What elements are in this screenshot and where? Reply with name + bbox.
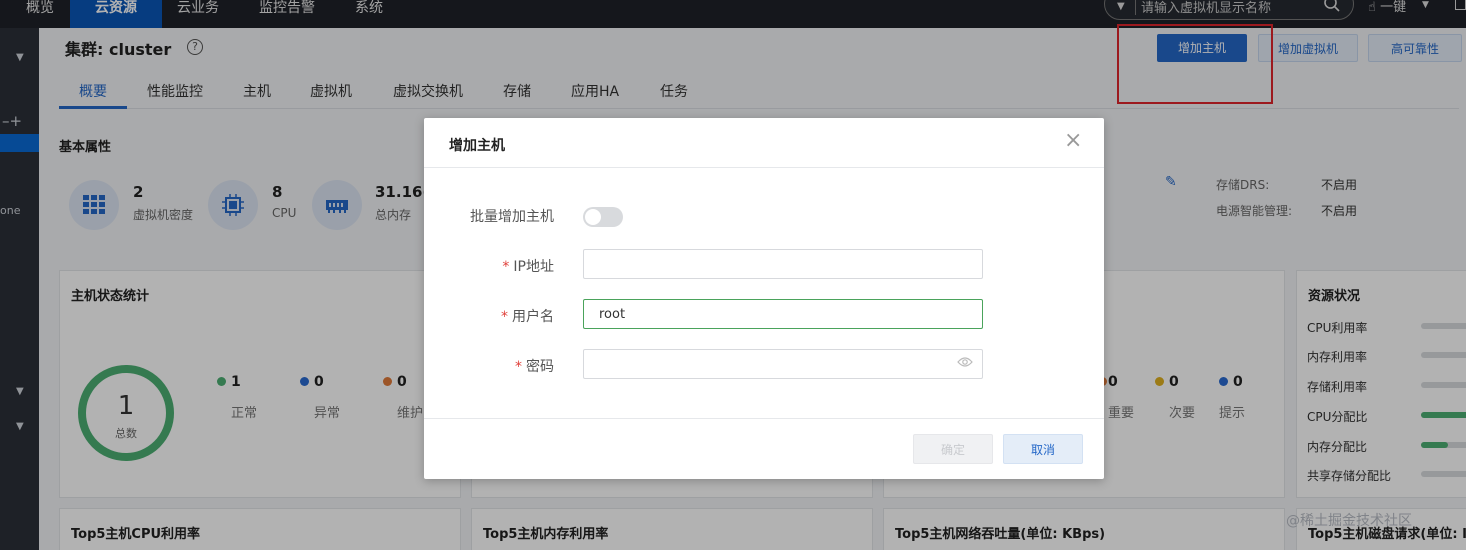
username-label-text: 用户名 [512, 309, 554, 325]
username-label: * 用户名 [424, 306, 554, 326]
ip-label: * IP地址 [424, 256, 554, 276]
password-label-text: 密码 [526, 359, 554, 375]
eye-icon[interactable] [957, 356, 973, 372]
ip-label-text: IP地址 [513, 259, 554, 275]
required-mark: * [515, 359, 522, 375]
close-icon[interactable]: × [1064, 130, 1082, 152]
dialog-title: 增加主机 [449, 138, 505, 154]
batch-add-toggle[interactable] [583, 207, 623, 227]
toggle-knob [585, 209, 601, 225]
dialog-header-divider [424, 167, 1104, 168]
password-label: * 密码 [424, 356, 554, 376]
cancel-button[interactable]: 取消 [1003, 434, 1083, 464]
ip-address-input[interactable] [583, 249, 983, 279]
dialog-footer-divider [424, 418, 1104, 419]
batch-add-label: 批量增加主机 [470, 209, 554, 225]
add-host-dialog: 增加主机 × 批量增加主机 *IP地址 *用户名 *密码 确定 取消 [424, 118, 1104, 479]
username-input[interactable] [583, 299, 983, 329]
confirm-button[interactable]: 确定 [913, 434, 993, 464]
required-mark: * [501, 309, 508, 325]
required-mark: * [502, 259, 510, 275]
password-input[interactable] [583, 349, 983, 379]
